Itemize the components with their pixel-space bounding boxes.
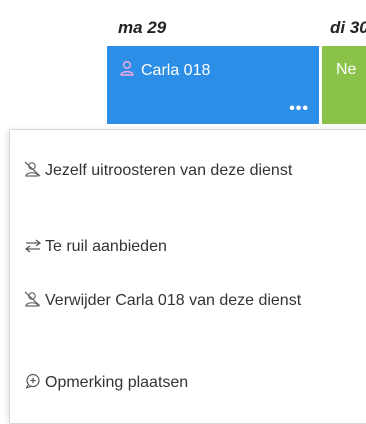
- menu-item-remove-person[interactable]: Verwijder Carla 018 van deze dienst: [24, 290, 314, 311]
- shift-person: Carla 018: [119, 60, 210, 81]
- menu-item-label: Jezelf uitroosteren van deze dienst: [45, 162, 293, 179]
- shift-person-name: Carla 018: [141, 61, 211, 79]
- menu-item-label: Verwijder Carla 018 van deze dienst: [45, 292, 302, 309]
- person-remove-icon: [24, 291, 42, 307]
- shift-card-next[interactable]: Ne: [322, 46, 366, 124]
- swap-arrows-icon: [24, 239, 42, 253]
- menu-item-label: Te ruil aanbieden: [45, 238, 167, 255]
- context-menu: Jezelf uitroosteren van deze dienst Te r…: [9, 129, 366, 424]
- person-remove-icon: [24, 161, 42, 177]
- more-options-button[interactable]: •••: [289, 100, 309, 118]
- menu-item-add-comment[interactable]: Opmerking plaatsen: [24, 372, 314, 393]
- day-header-mon-29: ma 29: [118, 18, 167, 37]
- comment-add-icon: [24, 373, 42, 389]
- day-header-tue-30: di 30: [330, 18, 366, 37]
- shift-card[interactable]: Carla 018 •••: [107, 46, 319, 124]
- menu-item-offer-swap[interactable]: Te ruil aanbieden: [24, 236, 314, 257]
- person-icon: [119, 60, 135, 81]
- menu-item-unschedule-self[interactable]: Jezelf uitroosteren van deze dienst: [24, 160, 314, 181]
- shift-card-next-label: Ne: [336, 61, 357, 78]
- menu-item-label: Opmerking plaatsen: [45, 374, 189, 391]
